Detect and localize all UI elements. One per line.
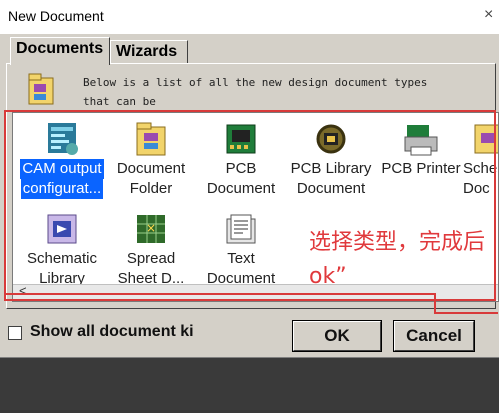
schematic-library-icon bbox=[47, 214, 77, 244]
cancel-button[interactable]: Cancel bbox=[393, 320, 475, 352]
title-bar: New Document × bbox=[0, 0, 499, 34]
ok-button[interactable]: OK bbox=[292, 320, 382, 352]
item-label-line1: Schematic bbox=[26, 250, 98, 267]
item-label-line2: Document bbox=[206, 180, 276, 197]
list-item-pcb-document[interactable]: PCB Document bbox=[194, 119, 288, 199]
horizontal-scrollbar[interactable]: < bbox=[13, 283, 498, 300]
spreadsheet-icon: × bbox=[137, 215, 165, 243]
annotation-connector-horizontal bbox=[434, 312, 498, 314]
cam-output-icon bbox=[48, 123, 78, 155]
annotation-underline bbox=[4, 293, 434, 295]
pcb-printer-icon bbox=[404, 125, 438, 156]
list-item-text-document[interactable]: Text Document bbox=[194, 209, 288, 289]
list-item-spreadsheet[interactable]: × Spread Sheet D... bbox=[104, 209, 198, 289]
pcb-document-icon bbox=[226, 124, 256, 154]
description-line-2: that can be bbox=[83, 95, 156, 108]
description-line-1: Below is a list of all the new design do… bbox=[83, 76, 428, 89]
item-label-line1: CAM output bbox=[20, 159, 104, 179]
list-item-document-folder[interactable]: Document Folder bbox=[104, 119, 198, 199]
new-document-dialog: New Document × Documents Wizards Below i… bbox=[0, 0, 499, 358]
item-label-line1: PCB Library bbox=[290, 160, 372, 177]
close-icon[interactable]: × bbox=[484, 6, 493, 24]
item-label-line2: Folder bbox=[129, 180, 173, 197]
list-item-schematic-document[interactable]: Sche Doc bbox=[461, 119, 498, 199]
item-label-line1: Spread bbox=[126, 250, 176, 267]
list-item-schematic-library[interactable]: Schematic Library bbox=[15, 209, 109, 289]
item-label-line1: Text bbox=[227, 250, 255, 267]
tab-documents[interactable]: Documents bbox=[10, 37, 110, 65]
new-document-folder-icon bbox=[28, 73, 54, 105]
item-label-line2: configurat... bbox=[20, 179, 104, 199]
item-label-line1: Document bbox=[116, 160, 186, 177]
item-label-line2: Document bbox=[296, 180, 366, 197]
document-type-list[interactable]: CAM output configurat... Document Folder… bbox=[12, 112, 499, 302]
list-item-pcb-library[interactable]: PCB Library Document bbox=[284, 119, 378, 199]
list-item-pcb-printer[interactable]: PCB Printer bbox=[374, 119, 468, 199]
item-label-line2: Doc bbox=[463, 180, 490, 197]
schematic-document-icon bbox=[474, 124, 498, 154]
item-label-line1: Sche bbox=[463, 160, 498, 177]
document-folder-icon bbox=[136, 122, 166, 156]
description-text: Below is a list of all the new design do… bbox=[83, 73, 473, 111]
text-document-icon bbox=[226, 214, 256, 244]
annotation-connector bbox=[434, 293, 436, 313]
tab-wizards[interactable]: Wizards bbox=[110, 40, 188, 64]
item-label-line1: PCB Printer bbox=[381, 160, 461, 177]
item-label-line1: PCB bbox=[225, 160, 257, 177]
annotation-line-1: 选择类型，完成后 bbox=[309, 230, 486, 255]
scroll-left-icon[interactable]: < bbox=[19, 283, 27, 298]
show-all-label: Show all document ki bbox=[30, 323, 194, 340]
list-item-cam-output[interactable]: CAM output configurat... bbox=[15, 119, 109, 199]
pcb-library-icon bbox=[316, 124, 346, 154]
svg-text:×: × bbox=[146, 221, 156, 235]
show-all-checkbox[interactable] bbox=[8, 326, 22, 340]
window-title: New Document bbox=[8, 8, 104, 24]
